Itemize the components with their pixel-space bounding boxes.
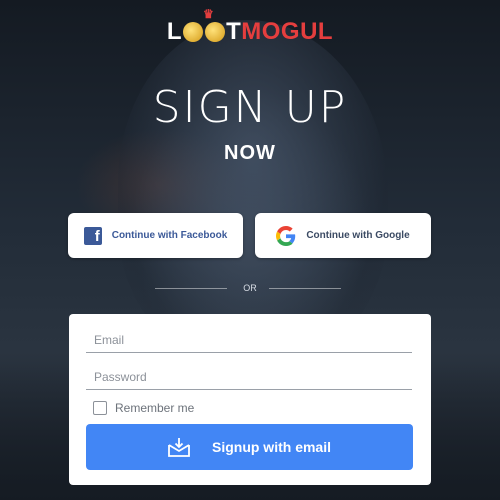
password-field[interactable] [86,364,412,390]
logo-text-mogul: MOGUL [241,18,334,45]
player-silhouette [118,20,388,360]
facebook-login-button[interactable]: f Continue with Facebook [68,213,243,258]
remember-me-label: Remember me [115,401,195,415]
logo-text-l: L [166,18,183,45]
crown-icon: ♛ [203,7,215,21]
signup-form: Remember me Signup with email [69,314,431,485]
google-icon [276,225,296,246]
or-divider: OR [0,282,500,294]
or-text: OR [243,283,257,293]
google-button-label: Continue with Google [306,230,410,241]
email-field[interactable] [86,327,412,353]
signup-email-button[interactable]: Signup with email [86,424,413,470]
logo-text-t: T [226,18,242,45]
mail-download-icon [168,438,190,457]
page-title: SIGN UP [152,82,348,133]
remember-me-row[interactable]: Remember me [93,401,194,415]
facebook-button-label: Continue with Facebook [111,230,228,241]
divider-line-right [269,288,341,289]
facebook-icon: f [83,226,102,245]
brand-logo: ♛ L TMOGUL [0,7,500,46]
coin-icon [205,22,226,42]
page-subtitle: NOW [224,142,276,164]
signup-button-label: Signup with email [211,439,331,455]
google-login-button[interactable]: Continue with Google [255,213,431,258]
remember-me-checkbox[interactable] [93,401,107,415]
coin-icon [183,22,204,42]
